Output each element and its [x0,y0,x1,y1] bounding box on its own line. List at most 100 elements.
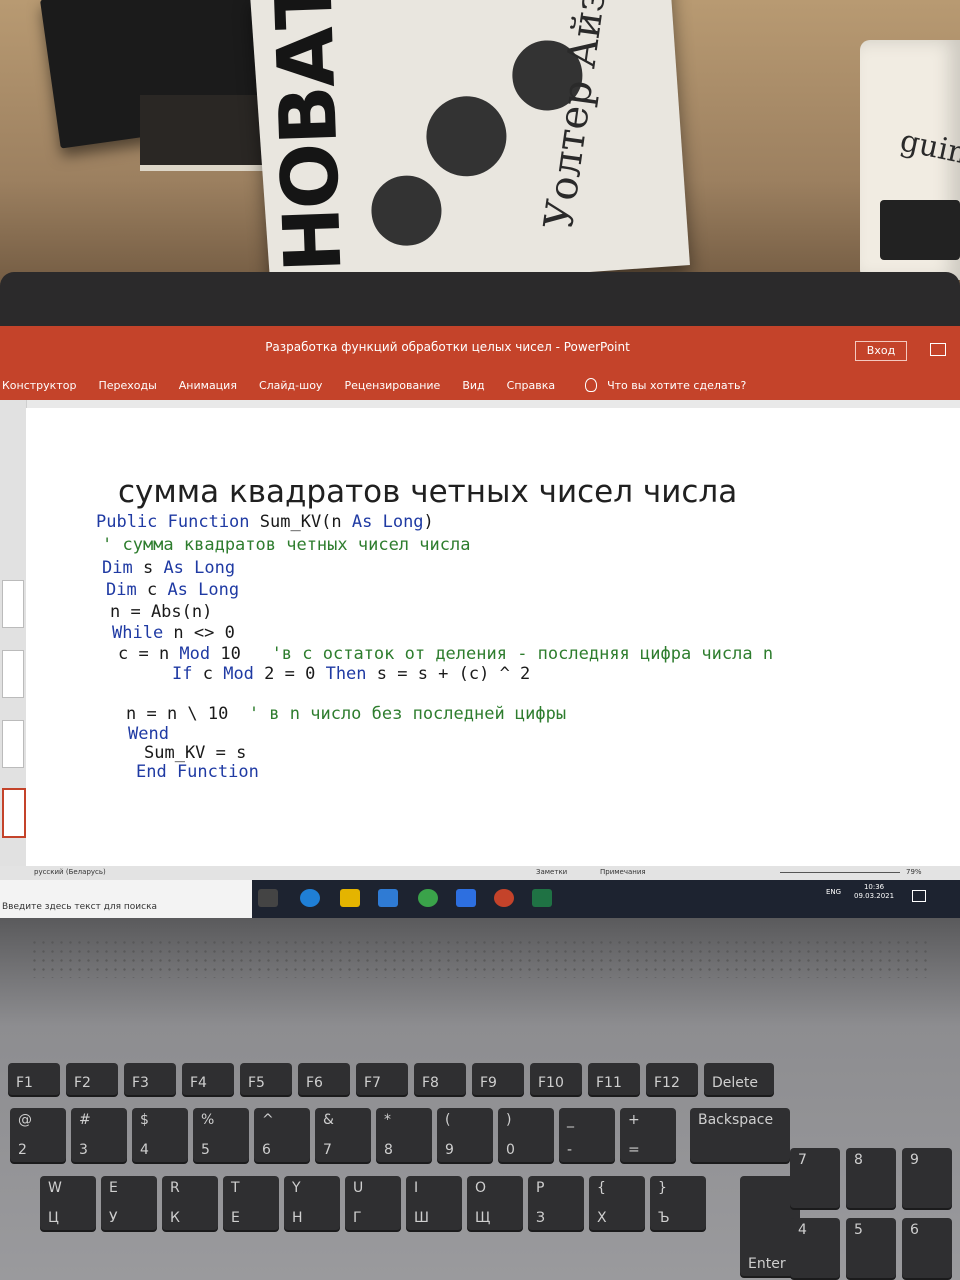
explorer-icon[interactable] [340,889,360,907]
letter-key[interactable]: UГ [345,1176,401,1230]
search-placeholder: Введите здесь текст для поиска [2,902,158,912]
number-key[interactable]: % 5 [193,1108,249,1162]
numpad-key[interactable]: 7 [790,1148,840,1208]
key-legend: 7 [798,1152,807,1168]
letter-key[interactable]: PЗ [528,1176,584,1230]
number-key[interactable]: & 7 [315,1108,371,1162]
notification-icon[interactable] [912,890,926,902]
letter-key[interactable]: TЕ [223,1176,279,1230]
mail-icon[interactable] [378,889,398,907]
function-key[interactable]: F2 [66,1063,118,1095]
code-line[interactable]: n = n \ 10 ' в n число без последней циф… [126,704,566,724]
function-key[interactable]: F10 [530,1063,582,1095]
numpad-key[interactable]: 6 [902,1218,952,1278]
ribbon-display-icon[interactable] [930,343,946,356]
code-line[interactable]: Wend [128,724,169,744]
numpad-key[interactable]: 8 [846,1148,896,1208]
code-line[interactable]: If c Mod 2 = 0 Then s = s + (c) ^ 2 [172,664,530,684]
slide-canvas[interactable]: сумма квадратов четных чисел числа Publi… [26,408,960,866]
clock[interactable]: 10:36 09.03.2021 [854,883,894,901]
taskbar-search[interactable]: Введите здесь текст для поиска [0,880,252,918]
function-key[interactable]: F3 [124,1063,176,1095]
tab-view[interactable]: Вид [462,379,484,392]
tab-transitions[interactable]: Переходы [98,379,156,392]
function-key[interactable]: F7 [356,1063,408,1095]
numpad-key[interactable]: 4 [790,1218,840,1278]
zoom-level[interactable]: 79% [906,868,922,876]
number-key[interactable]: ) 0 [498,1108,554,1162]
letter-key[interactable]: YН [284,1176,340,1230]
number-key[interactable]: #3 [71,1108,127,1162]
excel-icon[interactable] [532,889,552,907]
letter-key[interactable]: {Х [589,1176,645,1230]
function-key[interactable]: F4 [182,1063,234,1095]
task-view-icon[interactable] [258,889,278,907]
number-key[interactable]: * 8 [376,1108,432,1162]
signin-button[interactable]: Вход [855,341,907,361]
letter-key[interactable]: RК [162,1176,218,1230]
slide-thumbnail-active[interactable] [2,788,26,838]
function-key[interactable]: F6 [298,1063,350,1095]
function-key[interactable]: F8 [414,1063,466,1095]
code-text: 2 = 0 [253,664,326,684]
code-keyword: If [172,664,193,684]
function-key[interactable]: F1 [8,1063,60,1095]
code-line[interactable]: c = n Mod 10 'в с остаток от деления - п… [118,644,773,664]
tab-animations[interactable]: Анимация [179,379,237,392]
number-key[interactable]: $4 [132,1108,188,1162]
code-line[interactable]: Dim c As Long [106,580,239,600]
number-key[interactable]: + = [620,1108,676,1162]
chrome-icon[interactable] [418,889,438,907]
slide-thumbnail[interactable] [2,650,24,698]
language-indicator[interactable]: ENG [826,888,841,896]
function-key[interactable]: F11 [588,1063,640,1095]
key-legend: { [597,1180,606,1196]
letter-key[interactable]: EУ [101,1176,157,1230]
zoom-app-icon[interactable] [456,889,476,907]
code-line[interactable]: While n <> 0 [112,623,235,643]
key-legend: Backspace [698,1112,774,1128]
zoom-slider[interactable] [780,872,900,873]
tab-review[interactable]: Рецензирование [344,379,440,392]
number-key[interactable]: ^ 6 [254,1108,310,1162]
numpad-key[interactable]: 9 [902,1148,952,1208]
code-line[interactable]: n = Abs(n) [110,602,212,622]
powerpoint-icon[interactable] [494,889,514,907]
function-key[interactable]: F12 [646,1063,698,1095]
code-line[interactable]: ' сумма квадратов четных чисел числа [102,535,470,555]
edge-icon[interactable] [300,889,320,907]
letter-key[interactable]: } Ъ [650,1176,706,1230]
function-key[interactable]: F5 [240,1063,292,1095]
code-line[interactable]: Public Function Sum_KV(n As Long) [96,512,434,532]
slide-title[interactable]: сумма квадратов четных чисел числа [118,474,737,510]
number-key[interactable]: @2 [10,1108,66,1162]
notes-button[interactable]: Заметки [536,868,567,876]
code-line[interactable]: Dim s As Long [102,558,235,578]
function-key[interactable]: Delete [704,1063,774,1095]
key-legend: Н [292,1210,303,1226]
number-key[interactable]: (9 [437,1108,493,1162]
code-text: 10 [210,644,272,664]
letter-key[interactable]: OЩ [467,1176,523,1230]
comments-button[interactable]: Примечания [600,868,646,876]
letter-key[interactable]: IШ [406,1176,462,1230]
tab-design[interactable]: Конструктор [2,379,76,392]
tab-help[interactable]: Справка [507,379,555,392]
letter-key[interactable]: WЦ [40,1176,96,1230]
slide-thumbnail[interactable] [2,720,24,768]
mug-text: guin [897,123,960,172]
lightbulb-icon [585,378,598,392]
number-key[interactable]: _ - [559,1108,615,1162]
code-line[interactable]: End Function [136,762,259,782]
tell-me-box[interactable]: Что вы хотите сделать? [585,378,746,392]
code-line[interactable]: Sum_KV = s [144,743,246,763]
language-status[interactable]: русский (Беларусь) [34,868,106,876]
window-title: Разработка функций обработки целых чисел… [265,340,630,354]
slide-thumbnail[interactable] [2,580,24,628]
numpad-key[interactable]: 5 [846,1218,896,1278]
backspace-key[interactable]: Backspace [690,1108,790,1162]
key-legend: = [628,1142,640,1158]
function-key[interactable]: F9 [472,1063,524,1095]
key-legend: - [567,1142,573,1158]
tab-slideshow[interactable]: Слайд-шоу [259,379,322,392]
